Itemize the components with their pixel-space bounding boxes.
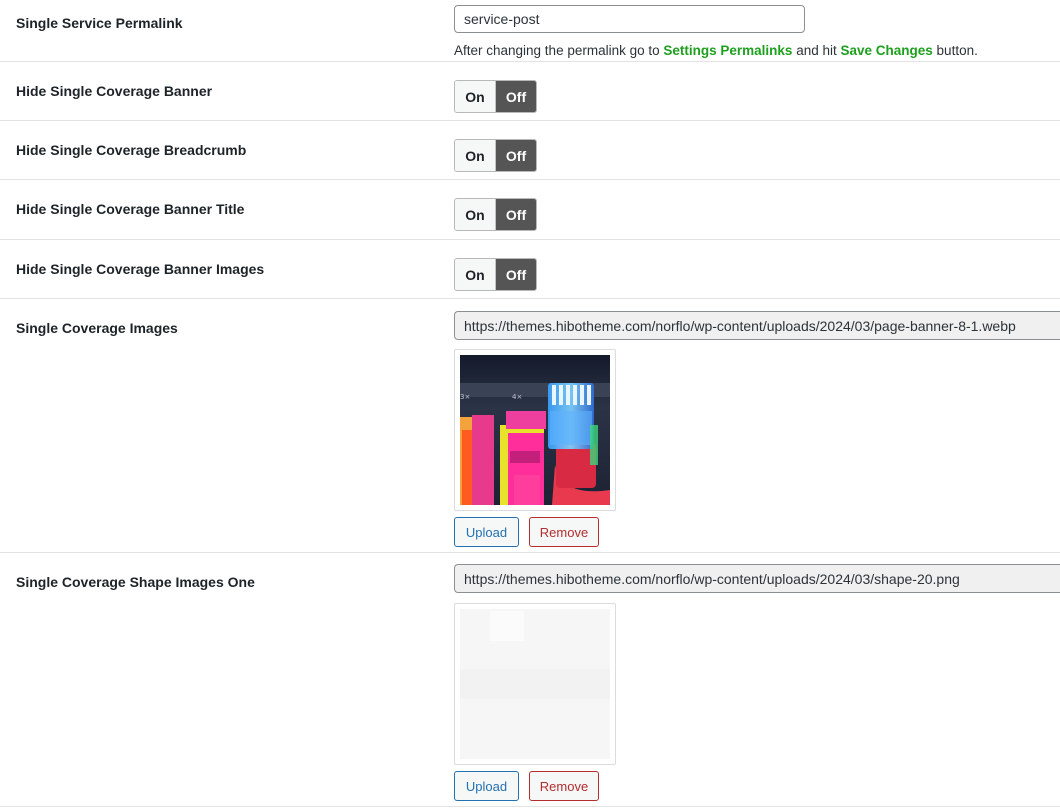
settings-permalinks-link[interactable]: Settings Permalinks [663, 43, 792, 58]
coverage-image-preview: 3× 4× [454, 349, 616, 511]
shape-image [460, 609, 610, 759]
permalink-description: After changing the permalink go to Setti… [454, 43, 978, 58]
hide-breadcrumb-on-option[interactable]: On [455, 140, 496, 171]
coverage-images-remove-button[interactable]: Remove [529, 517, 599, 547]
permalink-label: Single Service Permalink [16, 15, 183, 31]
hide-banner-toggle: On Off [454, 80, 537, 113]
save-changes-link[interactable]: Save Changes [841, 43, 933, 58]
hide-banner-on-option[interactable]: On [455, 81, 496, 112]
divider [0, 61, 1060, 62]
hide-banner-title-toggle: On Off [454, 198, 537, 231]
divider [0, 120, 1060, 121]
coverage-images-label: Single Coverage Images [16, 320, 178, 336]
shape-images-one-upload-button[interactable]: Upload [454, 771, 519, 801]
divider [0, 239, 1060, 240]
hide-banner-images-toggle: On Off [454, 258, 537, 291]
hide-banner-title-off-option[interactable]: Off [496, 199, 536, 230]
hide-banner-off-option[interactable]: Off [496, 81, 536, 112]
svg-text:3×: 3× [460, 393, 470, 401]
network-cable-image: 3× 4× [460, 355, 610, 505]
hide-banner-images-off-option[interactable]: Off [496, 259, 536, 290]
coverage-images-upload-button[interactable]: Upload [454, 517, 519, 547]
shape-images-one-label: Single Coverage Shape Images One [16, 574, 255, 590]
hide-banner-images-label: Hide Single Coverage Banner Images [16, 261, 265, 277]
divider [0, 298, 1060, 299]
svg-text:4×: 4× [512, 393, 522, 401]
hide-banner-label: Hide Single Coverage Banner [16, 83, 213, 99]
divider [0, 806, 1060, 807]
divider [0, 179, 1060, 180]
hide-breadcrumb-off-option[interactable]: Off [496, 140, 536, 171]
hide-banner-images-on-option[interactable]: On [455, 259, 496, 290]
permalink-input[interactable] [454, 5, 805, 33]
shape-image-preview [454, 603, 616, 765]
divider [0, 552, 1060, 553]
shape-images-one-url-input[interactable] [454, 564, 1060, 593]
shape-images-one-remove-button[interactable]: Remove [529, 771, 599, 801]
hide-banner-title-on-option[interactable]: On [455, 199, 496, 230]
coverage-images-url-input[interactable] [454, 311, 1060, 340]
hide-banner-title-label: Hide Single Coverage Banner Title [16, 201, 245, 217]
hide-breadcrumb-toggle: On Off [454, 139, 537, 172]
hide-breadcrumb-label: Hide Single Coverage Breadcrumb [16, 142, 247, 158]
